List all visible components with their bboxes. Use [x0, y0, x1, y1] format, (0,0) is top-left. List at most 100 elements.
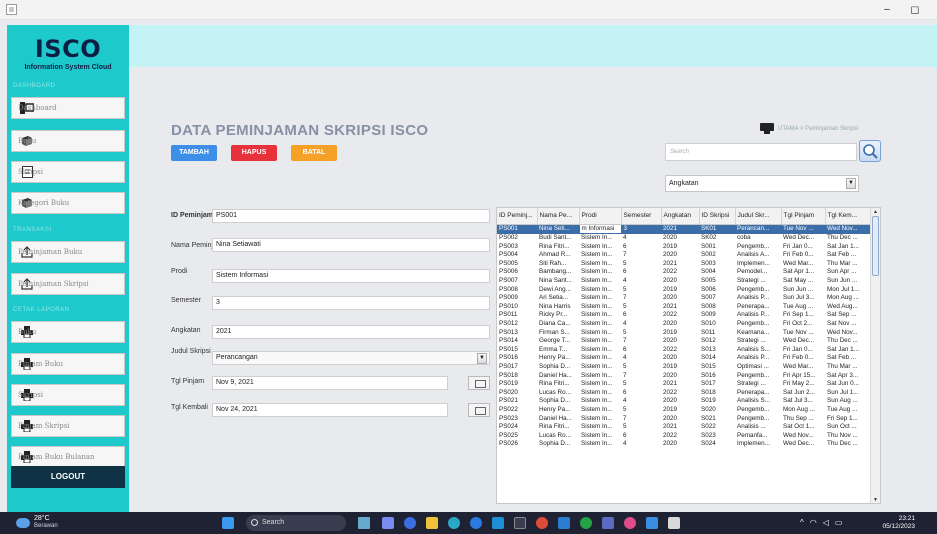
table-row[interactable]: PS014 George T... Sistem In... 7 2020 S012 Str… [497, 337, 871, 346]
app-icon[interactable] [492, 517, 504, 529]
table-cell[interactable]: 2021 [661, 423, 699, 432]
table-cell[interactable]: Sat Jan 1... [825, 346, 871, 355]
table-cell[interactable]: 6 [621, 268, 661, 277]
table-cell[interactable]: Fri Sep 1... [825, 415, 871, 424]
table-cell[interactable]: Rina Fitri... [537, 380, 579, 389]
batal-button[interactable]: BATAL [291, 145, 337, 161]
table-cell[interactable]: 2020 [661, 440, 699, 449]
table-cell[interactable]: m Informasi [578, 223, 622, 235]
calendar-kembali-button[interactable] [468, 403, 490, 417]
table-cell[interactable]: Analisis P... [735, 354, 781, 363]
nama-peminjam-field[interactable]: Nina Setiawati [212, 238, 490, 252]
table-cell[interactable]: S014 [699, 354, 735, 363]
table-cell[interactable]: 2020 [661, 354, 699, 363]
tgl-kembali-field[interactable]: Nov 24, 2021 [212, 403, 448, 417]
calendar-pinjam-button[interactable] [468, 376, 490, 390]
sidebar-item-cetak-pinjam-skripsi[interactable]: Pinjam Skripsi [11, 415, 125, 437]
minimize-button[interactable]: − [876, 2, 898, 18]
table-cell[interactable]: PS014 [497, 337, 537, 346]
table-cell[interactable]: Wed Dec... [781, 234, 825, 243]
scrollbar-thumb[interactable] [872, 216, 879, 276]
table-cell[interactable]: S007 [699, 294, 735, 303]
table-cell[interactable]: Siti Rah... [537, 260, 579, 269]
table-cell[interactable]: 4 [621, 354, 661, 363]
table-cell[interactable]: Strategi ... [735, 380, 781, 389]
table-cell[interactable]: Rina Fitri... [537, 243, 579, 252]
table-cell[interactable]: Pengemb... [735, 406, 781, 415]
table-cell[interactable]: Sistem In... [579, 277, 621, 286]
table-cell[interactable]: 7 [621, 294, 661, 303]
table-cell[interactable]: Fri Feb 0... [781, 354, 825, 363]
table-cell[interactable]: PS008 [497, 286, 537, 295]
table-cell[interactable]: SK01 [699, 224, 735, 234]
table-cell[interactable]: S012 [699, 337, 735, 346]
table-cell[interactable]: PS018 [497, 372, 537, 381]
windows-start-icon[interactable] [222, 517, 234, 529]
table-cell[interactable]: S018 [699, 389, 735, 398]
table-cell[interactable]: 2019 [661, 363, 699, 372]
sidebar-item-cetak-skripsi[interactable]: Skripsi [11, 384, 125, 406]
table-cell[interactable]: PS025 [497, 432, 537, 441]
table-cell[interactable]: Daniel Ha... [537, 415, 579, 424]
search-button[interactable] [859, 140, 881, 162]
table-cell[interactable]: Pemodel... [735, 268, 781, 277]
table-cell[interactable]: 2019 [661, 406, 699, 415]
table-cell[interactable]: 2021 [661, 303, 699, 312]
table-cell[interactable]: 4 [621, 397, 661, 406]
table-row[interactable]: PS011 Ricky Pr... Sistem In... 6 2022 S009 Ana… [497, 311, 871, 320]
table-cell[interactable]: Firman S... [537, 329, 579, 338]
column-header[interactable]: Judul Skr... [735, 208, 782, 225]
table-cell[interactable]: Sistem In... [579, 423, 621, 432]
table-cell[interactable]: Sat Nov ... [825, 320, 871, 329]
table-cell[interactable]: PS009 [497, 294, 537, 303]
table-cell[interactable]: Lucas Ro... [537, 389, 579, 398]
table-cell[interactable]: 6 [621, 243, 661, 252]
table-cell[interactable]: S001 [699, 243, 735, 252]
table-cell[interactable]: 7 [621, 337, 661, 346]
table-cell[interactable]: PS001 [497, 224, 537, 234]
table-row[interactable]: PS019 Rina Fitri... Sistem In... 5 2021 S017 S… [497, 380, 871, 389]
sidebar-item-skripsi[interactable]: Skripsi [11, 161, 125, 183]
table-row[interactable]: PS026 Sophia D... Sistem In... 4 2020 S024 Imp… [497, 440, 871, 449]
table-row[interactable]: PS007 Nina Sant... Sistem In... 4 2020 S005 St… [497, 277, 871, 286]
volume-icon[interactable]: ◁ [823, 518, 829, 527]
app-icon[interactable] [668, 517, 680, 529]
table-row[interactable]: PS012 Diana Ca... Sistem In... 4 2020 S010 Pen… [497, 320, 871, 329]
column-header[interactable]: Tgl Pinjam [781, 208, 826, 225]
table-row[interactable]: PS023 Daniel Ha... Sistem In... 7 2020 S021 Pe… [497, 415, 871, 424]
table-cell[interactable]: Sophia D... [537, 440, 579, 449]
table-cell[interactable]: Thu Nov ... [825, 432, 871, 441]
table-cell[interactable]: Sistem In... [579, 415, 621, 424]
table-cell[interactable]: S011 [699, 329, 735, 338]
table-row[interactable]: PS006 Bambang... Sistem In... 6 2022 S004 Pemo… [497, 268, 871, 277]
table-cell[interactable]: Daniel Ha... [537, 372, 579, 381]
column-header[interactable]: Prodi [579, 208, 622, 225]
table-row[interactable]: PS015 Emma T... Sistem In... 6 2022 S013 Anali… [497, 346, 871, 355]
table-cell[interactable]: Penerapa... [735, 303, 781, 312]
table-row[interactable]: PS003 Rina Fitri... Sistem In... 6 2019 S001 P… [497, 243, 871, 252]
table-cell[interactable]: S017 [699, 380, 735, 389]
table-cell[interactable]: Sistem In... [579, 380, 621, 389]
table-cell[interactable]: PS020 [497, 389, 537, 398]
table-cell[interactable]: 2020 [661, 372, 699, 381]
table-cell[interactable]: Sat Jun 0... [825, 380, 871, 389]
table-cell[interactable]: Sistem In... [579, 346, 621, 355]
table-cell[interactable]: S024 [699, 440, 735, 449]
table-cell[interactable]: Sat Apr 1... [781, 268, 825, 277]
table-cell[interactable]: Sat Feb ... [825, 354, 871, 363]
angkatan-field[interactable]: 2021 [212, 325, 490, 339]
table-cell[interactable]: Tue Nov ... [781, 224, 825, 234]
table-cell[interactable]: Sun Jun ... [781, 286, 825, 295]
column-header[interactable]: ID Skripsi [699, 208, 736, 225]
table-cell[interactable]: 2020 [661, 251, 699, 260]
table-cell[interactable]: 5 [621, 286, 661, 295]
table-cell[interactable]: Strategi ... [735, 277, 781, 286]
table-cell[interactable]: Implemen... [735, 440, 781, 449]
table-cell[interactable]: Sistem In... [579, 363, 621, 372]
table-cell[interactable]: S019 [699, 397, 735, 406]
table-row[interactable]: PS020 Lucas Ro... Sistem In... 6 2022 S018 Pen… [497, 389, 871, 398]
table-cell[interactable]: Sistem In... [579, 329, 621, 338]
logout-button[interactable]: LOGOUT [11, 466, 125, 488]
table-cell[interactable]: coba [735, 234, 781, 243]
table-cell[interactable]: Sophia D... [537, 363, 579, 372]
